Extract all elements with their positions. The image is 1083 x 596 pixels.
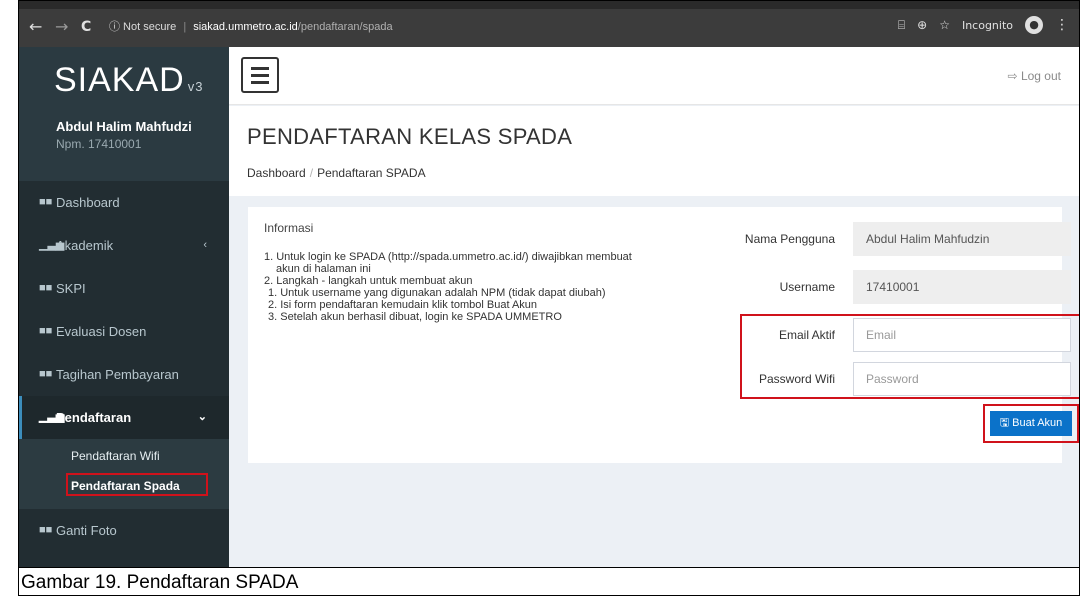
- grid-icon: ■■: [39, 282, 53, 294]
- form-row-username: Username 17410001: [718, 270, 1071, 304]
- incognito-label: Incognito: [961, 18, 1013, 32]
- figure-caption: Gambar 19. Pendaftaran SPADA: [19, 567, 1079, 595]
- buat-akun-button[interactable]: 🖫 Buat Akun: [990, 411, 1072, 436]
- back-icon[interactable]: ←: [29, 17, 42, 37]
- sidebar-item-evaluasi-dosen[interactable]: ■■ Evaluasi Dosen: [19, 310, 229, 353]
- brand: SIAKAD v3: [19, 47, 229, 113]
- brand-version: v3: [187, 79, 204, 94]
- sidebar-item-label: SKPI: [56, 281, 86, 296]
- sidebar-item-label: Akademik: [56, 238, 114, 253]
- username-label: Username: [779, 280, 835, 294]
- address-divider: |: [183, 21, 187, 33]
- breadcrumb: Dashboard / Pendaftaran SPADA: [247, 166, 426, 180]
- browser-actions: ⌸ ⊕ ☆ Incognito ● ⋮: [898, 16, 1069, 34]
- sidebar-item-dashboard[interactable]: ■■ Dashboard: [19, 181, 229, 224]
- grid-icon: ■■: [39, 196, 53, 208]
- url-path: /pendaftaran/spada: [297, 21, 393, 33]
- logout-label: Log out: [1020, 69, 1061, 83]
- sidebar-item-pendaftaran[interactable]: ▁▃▅ Pendaftaran ⌄: [19, 396, 229, 439]
- sidebar-menu: ■■ Dashboard ▁▃▅ Akademik ‹ ■■ SKPI ■■ E…: [19, 181, 229, 552]
- browser-menu-icon[interactable]: ⋮: [1055, 17, 1069, 33]
- security-indicator[interactable]: ⓘ Not secure: [109, 21, 176, 33]
- highlight-box: 🖫 Buat Akun: [983, 404, 1079, 443]
- forward-icon[interactable]: →: [55, 17, 68, 37]
- logout-link[interactable]: ⇨ Log out: [1008, 69, 1061, 83]
- sidebar-item-label: Evaluasi Dosen: [56, 324, 147, 339]
- hamburger-menu-icon[interactable]: [241, 57, 279, 93]
- info-line: akun di halaman ini: [276, 263, 371, 275]
- nama-pengguna-label: Nama Pengguna: [744, 232, 835, 246]
- sidebar-item-label: Tagihan Pembayaran: [56, 367, 179, 382]
- content-header: PENDAFTARAN KELAS SPADA Dashboard / Pendaf…: [229, 106, 1079, 196]
- info-line: 1. Untuk username yang digunakan adalah …: [268, 287, 606, 299]
- pendaftaran-submenu: Pendaftaran Wifi Pendaftaran Spada: [19, 439, 229, 509]
- username-field: 17410001: [853, 270, 1071, 304]
- address-bar[interactable]: ⓘ Not secure | siakad.ummetro.ac.id/pend…: [109, 17, 393, 37]
- brand-logo[interactable]: SIAKAD v3: [54, 61, 203, 100]
- bookmark-star-icon[interactable]: ☆: [939, 18, 950, 32]
- chevron-left-icon: ‹: [203, 239, 207, 251]
- sidebar: SIAKAD v3 Abdul Halim Mahfudzi Npm. 17410…: [19, 47, 229, 567]
- submenu-item-pendaftaran-spada[interactable]: Pendaftaran Spada: [19, 471, 229, 501]
- sidebar-item-label: Pendaftaran: [56, 410, 132, 425]
- password-wifi-label: Password Wifi: [758, 372, 835, 386]
- incognito-icon: ●: [1025, 16, 1043, 34]
- user-name: Abdul Halim Mahfudzi: [56, 119, 192, 134]
- grid-icon: ■■: [39, 524, 53, 536]
- figure-frame: ← → C ⓘ Not secure | siakad.ummetro.ac.i…: [18, 0, 1080, 596]
- nama-pengguna-field: Abdul Halim Mahfudzin: [853, 222, 1071, 256]
- buat-akun-label: Buat Akun: [1012, 417, 1063, 429]
- info-list: 1. Untuk login ke SPADA (http://spada.um…: [264, 251, 684, 323]
- breadcrumb-home[interactable]: Dashboard: [247, 166, 306, 180]
- sidebar-item-label: Dashboard: [56, 195, 120, 210]
- submenu-item-label: Pendaftaran Wifi: [71, 449, 160, 463]
- grid-icon: ■■: [39, 325, 53, 337]
- user-npm: Npm. 17410001: [56, 137, 142, 151]
- bar-chart-icon: ▁▃▅: [39, 239, 65, 251]
- screenshot: ← → C ⓘ Not secure | siakad.ummetro.ac.i…: [19, 1, 1079, 567]
- bar-chart-icon: ▁▃▅: [39, 411, 65, 423]
- form-row-email: Email Aktif: [718, 318, 1071, 352]
- info-line: 3. Setelah akun berhasil dibuat, login k…: [268, 311, 562, 323]
- info-title: Informasi: [264, 221, 314, 235]
- info-line: 1. Untuk login ke SPADA (http://spada.um…: [264, 251, 632, 263]
- content-box: Informasi 1. Untuk login ke SPADA (http:…: [248, 207, 1079, 463]
- sidebar-item-label: Ganti Foto: [56, 523, 117, 538]
- breadcrumb-separator: /: [309, 166, 314, 180]
- email-field[interactable]: [853, 318, 1071, 352]
- sidebar-item-skpi[interactable]: ■■ SKPI: [19, 267, 229, 310]
- highlight-box: [66, 473, 208, 496]
- save-icon: 🖫: [999, 417, 1010, 429]
- email-aktif-label: Email Aktif: [778, 328, 835, 342]
- brand-name: SIAKAD: [54, 61, 185, 99]
- browser-toolbar: ← → C ⓘ Not secure | siakad.ummetro.ac.i…: [19, 1, 1079, 47]
- page-title: PENDAFTARAN KELAS SPADA: [247, 124, 573, 149]
- user-panel: Abdul Halim Mahfudzi Npm. 17410001: [19, 113, 229, 181]
- submenu-item-pendaftaran-wifi[interactable]: Pendaftaran Wifi: [19, 441, 229, 471]
- chevron-down-icon: ⌄: [197, 411, 207, 423]
- zoom-icon[interactable]: ⊕: [917, 18, 927, 32]
- logout-icon: ⇨: [1007, 69, 1018, 83]
- breadcrumb-current: Pendaftaran SPADA: [317, 166, 426, 180]
- top-navbar: ⇨ Log out: [229, 47, 1079, 105]
- info-line: 2. Langkah - langkah untuk membuat akun: [264, 275, 473, 287]
- form-row-nama: Nama Pengguna Abdul Halim Mahfudzin: [718, 222, 1071, 256]
- form-row-password: Password Wifi: [718, 362, 1071, 396]
- reload-icon[interactable]: C: [81, 17, 91, 37]
- grid-icon: ■■: [39, 368, 53, 380]
- password-field[interactable]: [853, 362, 1071, 396]
- sidebar-item-ganti-foto[interactable]: ■■ Ganti Foto: [19, 509, 229, 552]
- sidebar-item-akademik[interactable]: ▁▃▅ Akademik ‹: [19, 224, 229, 267]
- sidebar-item-tagihan-pembayaran[interactable]: ■■ Tagihan Pembayaran: [19, 353, 229, 396]
- translate-icon[interactable]: ⌸: [898, 18, 905, 33]
- url-host: siakad.ummetro.ac.id: [193, 21, 298, 33]
- info-line: 2. Isi form pendaftaran kemudain klik to…: [268, 299, 538, 311]
